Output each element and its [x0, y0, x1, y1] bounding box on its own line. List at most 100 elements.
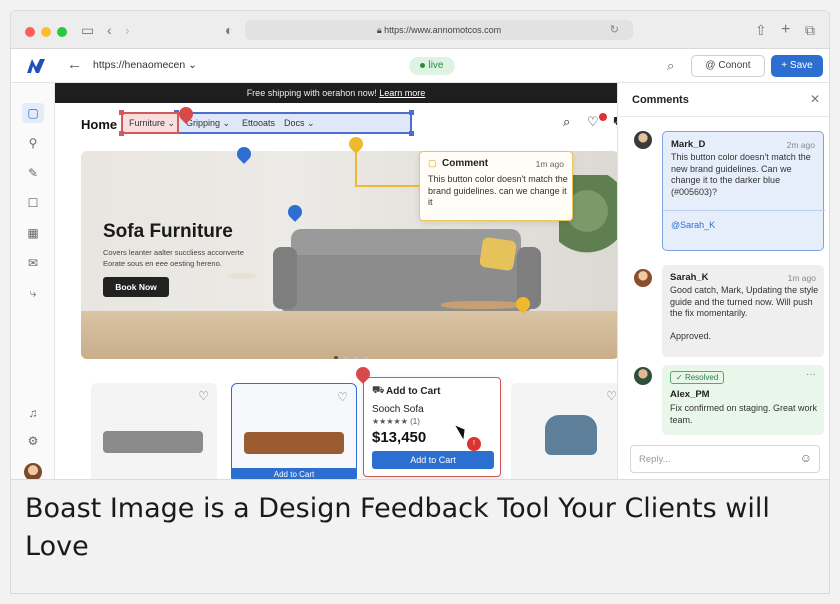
flow-tool-icon[interactable]: ⤷ — [22, 283, 44, 303]
reply-placeholder: Reply... — [639, 454, 671, 465]
comment-mention-link[interactable]: @Sarah_K — [671, 220, 715, 230]
comment-card-mark[interactable]: Mark_D 2m ago This button color doesn't … — [662, 131, 825, 251]
shield-icon[interactable]: ◐ — [225, 22, 233, 38]
avatar-alex[interactable] — [634, 367, 652, 385]
popup-price: $13,450 — [372, 429, 427, 446]
hero-title: Sofa Furniture — [103, 221, 233, 242]
selection-handle[interactable] — [409, 131, 414, 136]
chat-tool-icon[interactable]: ☐ — [22, 193, 44, 213]
caption-text: Boast Image is a Design Feedback Tool Yo… — [25, 493, 770, 562]
browser-titlebar: ▭ ‹ › ◐ 🔒︎ https://www.annomotcos.com ↻ … — [11, 11, 829, 49]
coffee-table-illustration — [441, 301, 521, 309]
selection-handle[interactable] — [119, 131, 124, 136]
nav-item-docs[interactable]: Docs ⌄ — [284, 118, 315, 129]
notification-bell-icon[interactable]: ♫ — [22, 403, 44, 423]
inbox-tool-icon[interactable]: ✉ — [22, 253, 44, 273]
window-zoom-button[interactable] — [57, 27, 67, 37]
nav-item-ettooats[interactable]: Ettooats — [242, 118, 275, 128]
nav-item-furniture[interactable]: Furniture ⌄ — [119, 110, 179, 136]
chevron-down-icon: ⌄ — [188, 59, 197, 71]
comment-bubble-title: Comment — [442, 158, 489, 169]
more-options-icon[interactable]: ··· — [806, 369, 816, 380]
popup-add-to-cart-button[interactable]: Add to Cart — [372, 451, 494, 469]
app-window: ▭ ‹ › ◐ 🔒︎ https://www.annomotcos.com ↻ … — [10, 10, 830, 480]
grid-tool-icon[interactable]: ▦ — [22, 223, 44, 243]
tool-rail: ▢ ⚲ ✎ ☐ ▦ ✉ ⤷ ♫ ⚙ — [11, 83, 55, 479]
wishlist-heart-icon[interactable]: ♡ — [587, 114, 599, 130]
avatar-sarah[interactable] — [634, 269, 652, 287]
nav-home-link[interactable]: Home — [81, 117, 117, 132]
heart-icon[interactable]: ♡ — [198, 389, 209, 403]
app-toolbar: ← https://henaomecen ⌄ live ⌕ @ Conont +… — [11, 49, 829, 83]
forward-chevron-icon[interactable]: › — [125, 22, 130, 38]
browser-url-bar[interactable]: 🔒︎ https://www.annomotcos.com ↻ — [245, 20, 633, 40]
product-card[interactable]: ♡ — [91, 383, 217, 479]
search-icon[interactable]: ⌕ — [667, 58, 674, 74]
brown-sofa-image — [244, 432, 344, 454]
share-icon[interactable]: ⇧ — [755, 22, 767, 38]
comment-card-sarah[interactable]: Sarah_K 1m ago Good catch, Mark, Updatin… — [662, 265, 824, 357]
comment-bubble[interactable]: ▢ Comment 1m ago This button color doesn… — [419, 151, 573, 221]
card-add-to-cart-button[interactable]: Add to Cart — [232, 468, 356, 479]
cart-icon: ⛟ — [372, 385, 385, 396]
promo-learn-more-link[interactable]: Learn more — [379, 88, 425, 98]
sidebar-toggle-icon[interactable]: ▭ — [81, 22, 94, 38]
carousel-dot[interactable] — [344, 356, 348, 359]
settings-gear-icon[interactable]: ⚙ — [22, 431, 44, 451]
heart-icon[interactable]: ♡ — [606, 389, 617, 403]
site-search-icon[interactable]: ⌕ — [563, 114, 570, 130]
comment-divider — [663, 210, 825, 211]
hero-subtitle: Covers leanter aalter succliess acconver… — [103, 248, 244, 268]
browser-url-text: https://www.annomotcos.com — [384, 25, 502, 35]
product-card-selected[interactable]: ♡ Add to Cart — [231, 383, 357, 479]
popup-title: Add to Cart — [386, 386, 441, 397]
selection-handle[interactable] — [119, 110, 124, 115]
save-button-label: Save — [789, 60, 813, 71]
book-now-button[interactable]: Book Now — [103, 277, 169, 297]
heart-icon[interactable]: ♡ — [337, 390, 348, 404]
nav-menu-selection[interactable]: Gripping ⌄ Ettooats Docs ⌄ — [174, 110, 414, 136]
carousel-dot[interactable] — [354, 356, 358, 359]
popup-product-name: Sooch Sofa — [372, 404, 424, 415]
resolved-label: Resolved — [684, 373, 719, 382]
new-tab-icon[interactable]: + — [781, 22, 790, 38]
sofa-arm-left — [273, 247, 297, 309]
project-address-dropdown[interactable]: https://henaomecen ⌄ — [93, 59, 197, 71]
comment-tool-icon[interactable]: ▢ — [22, 103, 44, 123]
emoji-icon[interactable]: ☺ — [800, 451, 812, 465]
carousel-dot[interactable] — [334, 356, 338, 359]
comment-time: 2m ago — [786, 140, 815, 150]
comment-card-alex[interactable]: ✓ Resolved ··· Alex_PM Fix confirmed on … — [662, 365, 824, 435]
window-minimize-button[interactable] — [41, 27, 51, 37]
back-chevron-icon[interactable]: ‹ — [107, 22, 112, 38]
comments-panel-header: Comments ✕ — [618, 83, 829, 117]
comment-author: Mark_D — [671, 139, 706, 150]
nav-item-gripping[interactable]: Gripping ⌄ — [186, 118, 230, 129]
avatar-mark[interactable] — [634, 131, 652, 149]
rating-count: (1) — [410, 417, 420, 426]
comment-text: This button color doesn't match the new … — [671, 152, 811, 197]
people-tool-icon[interactable]: ⚲ — [22, 133, 44, 153]
selection-handle[interactable] — [409, 110, 414, 115]
blue-chair-image — [545, 415, 597, 455]
comment-bubble-text: This button color doesn't match the bran… — [428, 174, 568, 207]
window-close-button[interactable] — [25, 27, 35, 37]
comment-extra-text: Approved. — [670, 331, 712, 341]
product-card[interactable]: ♡ — [511, 383, 617, 479]
pen-tool-icon[interactable]: ✎ — [22, 163, 44, 183]
tabs-overview-icon[interactable]: ⧉ — [805, 22, 815, 38]
contact-button[interactable]: @ Conont — [691, 55, 765, 77]
reply-input[interactable]: Reply... ☺ — [630, 445, 820, 473]
add-to-cart-popup: ⛟ Add to Cart Sooch Sofa ★★★★★ (1) $13,4… — [363, 377, 501, 477]
carousel-dot[interactable] — [364, 356, 368, 359]
resolved-badge[interactable]: ✓ Resolved — [670, 371, 725, 384]
app-logo-icon[interactable] — [25, 57, 47, 75]
reload-icon[interactable]: ↻ — [610, 20, 619, 40]
back-arrow-icon[interactable]: ← — [67, 56, 82, 73]
live-status-badge: live — [409, 57, 455, 75]
close-icon[interactable]: ✕ — [810, 92, 820, 106]
user-avatar[interactable] — [24, 463, 42, 479]
project-address-text: https://henaomecen — [93, 59, 186, 71]
pillow-illustration — [479, 236, 517, 272]
save-button[interactable]: + Save — [771, 55, 823, 77]
